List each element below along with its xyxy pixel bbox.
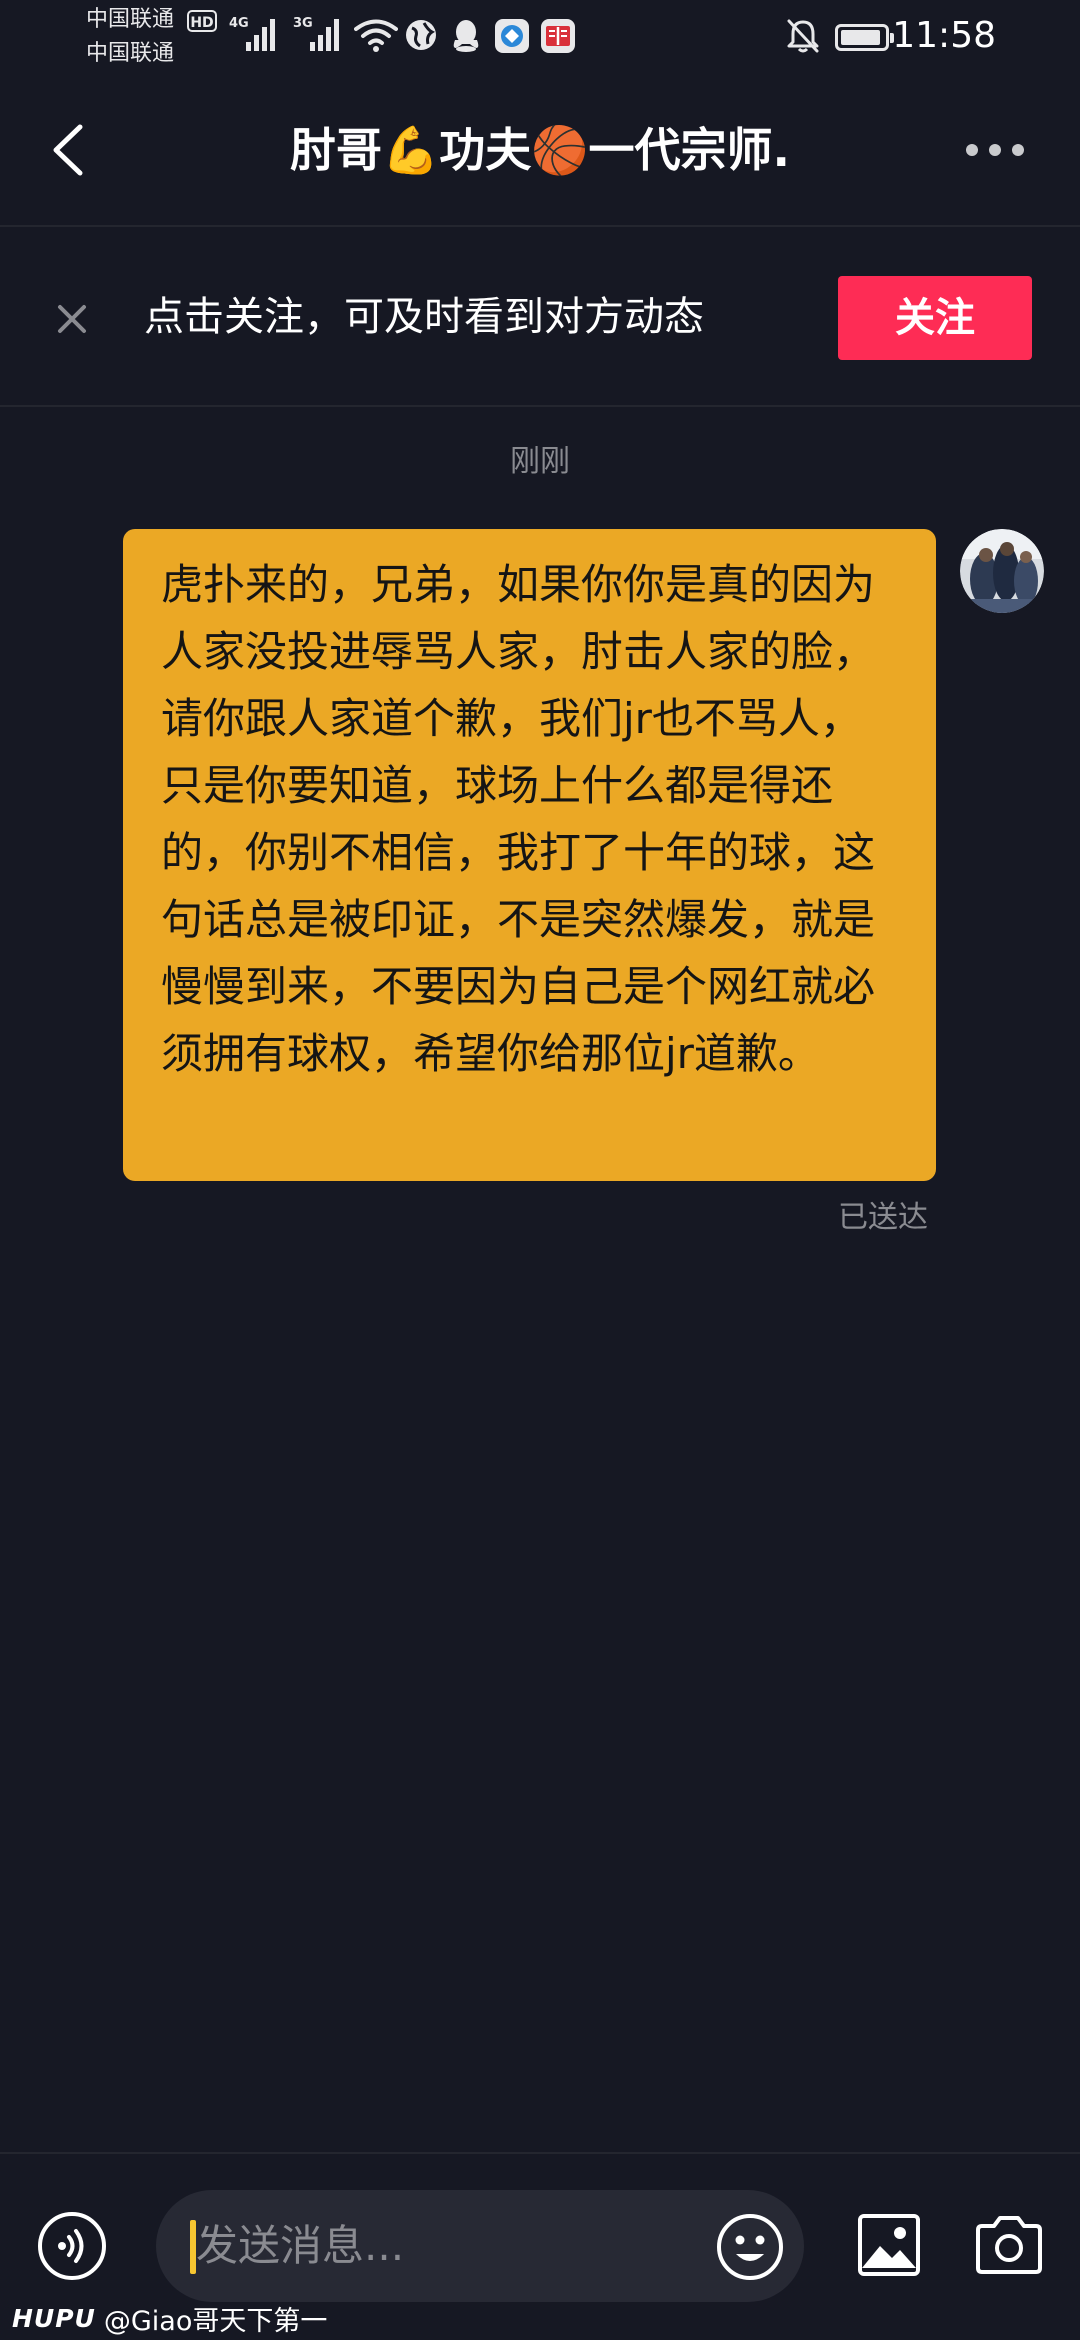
message-timestamp: 刚刚 [510,444,570,479]
network-type-4g: 4G [229,16,249,31]
status-time: 11:58 [892,15,996,56]
avatar[interactable] [960,529,1044,613]
carrier-label-secondary: 中国联通 [86,41,175,66]
app-icon [495,19,529,53]
delivery-status: 已送达 [838,1200,928,1235]
globe-icon [406,20,436,50]
dismiss-follow-button[interactable] [50,297,94,341]
message-bubble[interactable]: 虎扑来的，兄弟，如果你你是真的因为人家没投进辱骂人家，肘击人家的脸，请你跟人家道… [123,529,936,1181]
chat-title: 肘哥💪功夫🏀一代宗师. [289,123,791,177]
voice-button[interactable] [36,2210,108,2282]
input-divider [0,2152,1080,2154]
book-icon [541,19,575,53]
network-type-3g: 3G [293,16,313,31]
follow-prompt-text: 点击关注，可及时看到对方动态 [144,294,704,340]
status-bar: 中国联通 中国联通 HD 4G 3G 11:58 [0,0,1080,75]
watermark-brand: HUPU [12,2303,96,2333]
voice-icon [38,2212,106,2280]
chevron-left-icon [53,124,83,176]
emoji-button[interactable] [715,2212,785,2282]
more-dots-icon [966,144,1024,156]
mute-bell-icon [787,19,819,53]
image-button[interactable] [856,2212,922,2278]
message-input-placeholder: 发送消息... [196,2221,405,2270]
camera-icon [976,2216,1042,2274]
close-icon [58,305,86,333]
image-icon [858,2214,920,2276]
battery-icon [835,24,894,51]
watermark-handle: @Giao哥天下第一 [103,2305,328,2337]
hupu-watermark: HUPU @Giao哥天下第一 [12,2298,327,2338]
message-input-field[interactable]: 发送消息... [156,2190,804,2302]
qq-icon [453,20,479,52]
follow-button[interactable]: 关注 [838,276,1032,360]
chat-header: 肘哥💪功夫🏀一代宗师. [0,75,1080,227]
more-options-button[interactable] [960,135,1030,165]
back-button[interactable] [40,117,100,183]
wifi-icon [354,19,398,52]
carrier-label-primary: 中国联通 [86,7,175,32]
camera-button[interactable] [974,2214,1044,2276]
hd-badge: HD [187,10,217,32]
emoji-icon [717,2214,783,2280]
follow-prompt-bar: 点击关注，可及时看到对方动态 关注 [0,227,1080,407]
